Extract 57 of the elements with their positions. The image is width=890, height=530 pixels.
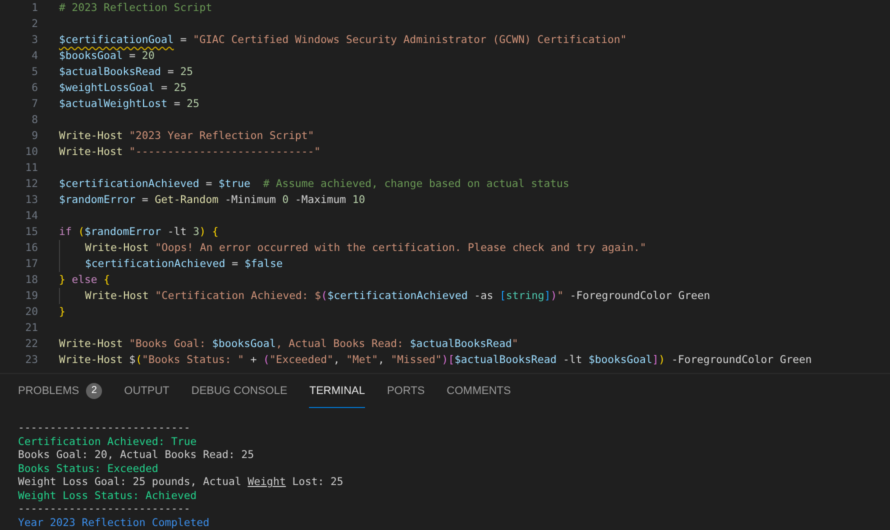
line-number: 9 xyxy=(30,130,38,142)
code-line: $certificationAchieved = $false xyxy=(59,256,283,272)
line-number: 10 xyxy=(24,146,38,158)
terminal-line: Year 2023 Reflection Completed xyxy=(18,516,210,530)
line-number: 15 xyxy=(24,226,38,238)
line-number: 21 xyxy=(24,322,38,334)
line-number: 14 xyxy=(24,210,38,222)
code-line: $weightLossGoal = 25 xyxy=(59,81,187,96)
panel-tab[interactable]: PROBLEMS 2 xyxy=(18,374,102,408)
terminal-line: Books Status: Exceeded xyxy=(18,462,160,476)
line-number: 5 xyxy=(30,66,38,78)
terminal-line: Books Goal: 20, Actual Books Read: 25 xyxy=(18,449,255,462)
code-line: Write-Host "2023 Year Reflection Script" xyxy=(59,129,314,144)
code-line: Write-Host $("Books Status: " + ("Exceeded", "Met", "Missed")[$actualBooksRead -lt $booksGoal]) -ForegroundColor Green xyxy=(59,353,812,368)
code-line: } xyxy=(59,305,66,320)
line-number: 3 xyxy=(30,34,38,46)
terminal-line: Weight Loss Status: Achieved xyxy=(18,490,198,503)
code-line: Write-Host "----------------------------" xyxy=(59,145,321,160)
code-line: # 2023 Reflection Script xyxy=(59,1,212,16)
code-line: $certificationAchieved = $true # Assume achieved, change based on actual status xyxy=(59,177,570,192)
code-line: if ($randomError -lt 3) { xyxy=(59,225,218,240)
line-number: 2 xyxy=(30,18,38,30)
terminal-line: Weight Loss Goal: 25 pounds, Actual Weight Lost: 25 xyxy=(18,476,344,490)
code-line: $booksGoal = 20 xyxy=(59,49,155,64)
line-number: 18 xyxy=(24,274,38,286)
panel-tab[interactable]: DEBUG CONSOLE xyxy=(191,374,288,408)
line-number: 4 xyxy=(30,50,38,62)
code-line: $actualWeightLost = 25 xyxy=(59,97,200,112)
line-number: 11 xyxy=(24,162,38,174)
line-number: 16 xyxy=(24,242,38,254)
code-line: $actualBooksRead = 25 xyxy=(59,65,193,80)
line-number: 6 xyxy=(30,82,38,94)
line-number: 17 xyxy=(24,258,38,270)
terminal-line: --------------------------- xyxy=(18,503,192,516)
line-number: 22 xyxy=(24,338,38,350)
line-number: 12 xyxy=(24,178,38,190)
terminal-line: Certification Achieved: True xyxy=(18,436,198,449)
code-line: Write-Host "Certification Achieved: $($certificationAchieved -as [string])" -ForegroundColor Green xyxy=(59,288,710,304)
line-number: 1 xyxy=(30,2,38,14)
panel-tab[interactable]: COMMENTS xyxy=(446,374,511,408)
line-number: 19 xyxy=(24,290,38,302)
panel-tab[interactable]: TERMINAL xyxy=(309,374,365,408)
line-number: 23 xyxy=(24,354,38,366)
panel-tab[interactable]: OUTPUT xyxy=(124,374,170,408)
line-number: 13 xyxy=(24,194,38,206)
code-line: Write-Host "Books Goal: $booksGoal, Actual Books Read: $actualBooksRead" xyxy=(59,337,518,352)
line-number: 8 xyxy=(30,114,38,126)
count-badge: 2 xyxy=(86,382,102,398)
line-number: 7 xyxy=(30,98,38,110)
terminal-line: --------------------------- xyxy=(18,422,192,436)
code-line: $certificationGoal = "GIAC Certified Windows Security Administrator (GCWN) Certification" xyxy=(59,33,627,48)
code-line: } else { xyxy=(59,273,110,288)
code-line: $randomError = Get-Random -Minimum 0 -Maximum 10 xyxy=(59,193,366,208)
code-editor[interactable] xyxy=(0,0,890,374)
code-line: Write-Host "Oops! An error occurred with the certification. Please check and try again." xyxy=(59,240,646,256)
line-number: 20 xyxy=(24,306,38,318)
panel-tab[interactable]: PORTS xyxy=(386,374,425,408)
